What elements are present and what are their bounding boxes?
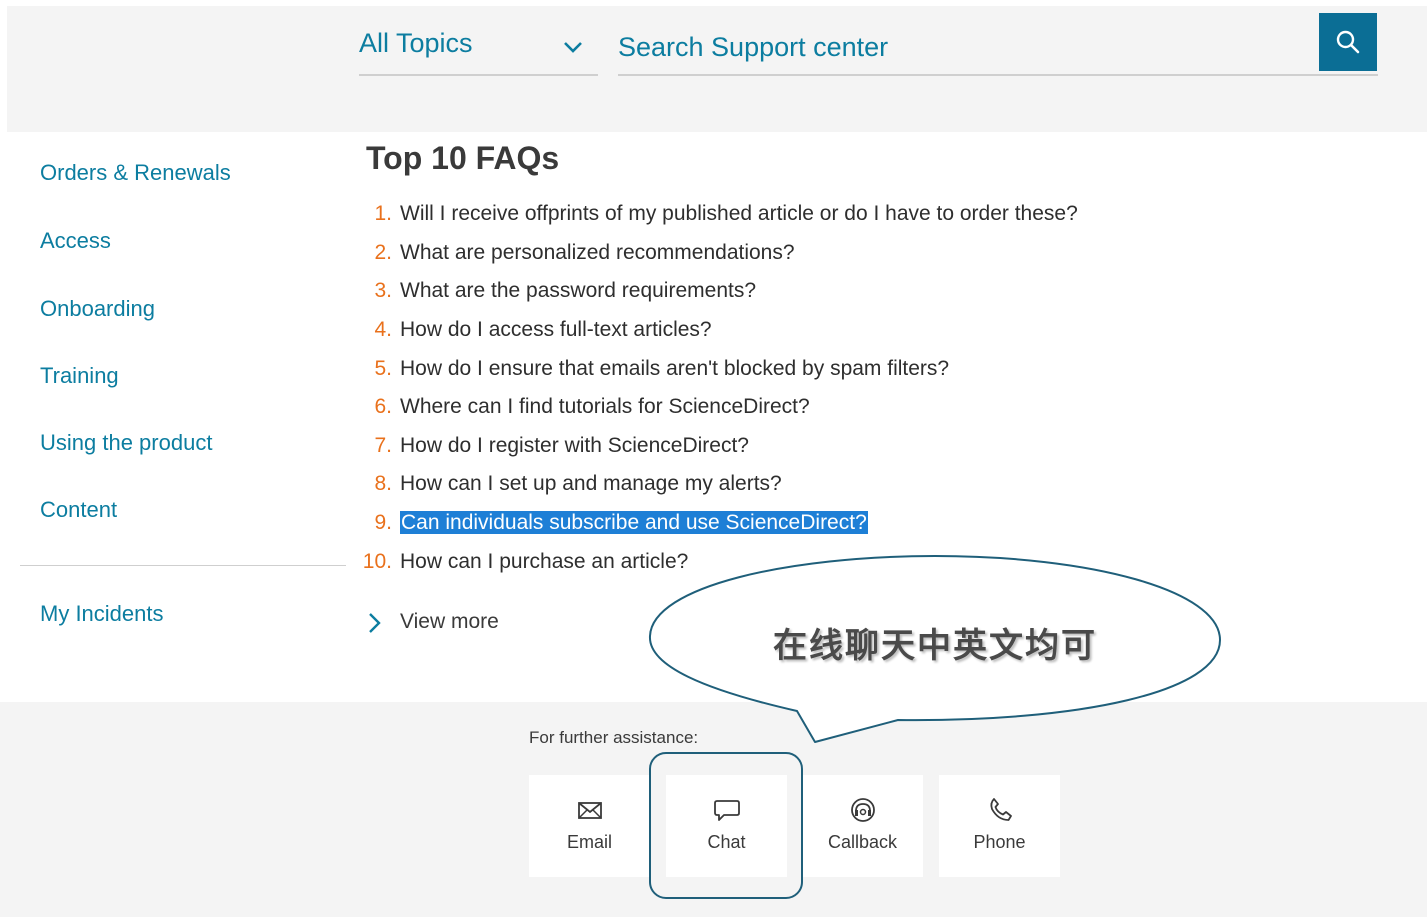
chat-highlight-box <box>649 752 803 899</box>
annotation-overlay <box>648 555 1221 899</box>
callout-text: 在线聊天中英文均可 <box>773 626 1097 666</box>
